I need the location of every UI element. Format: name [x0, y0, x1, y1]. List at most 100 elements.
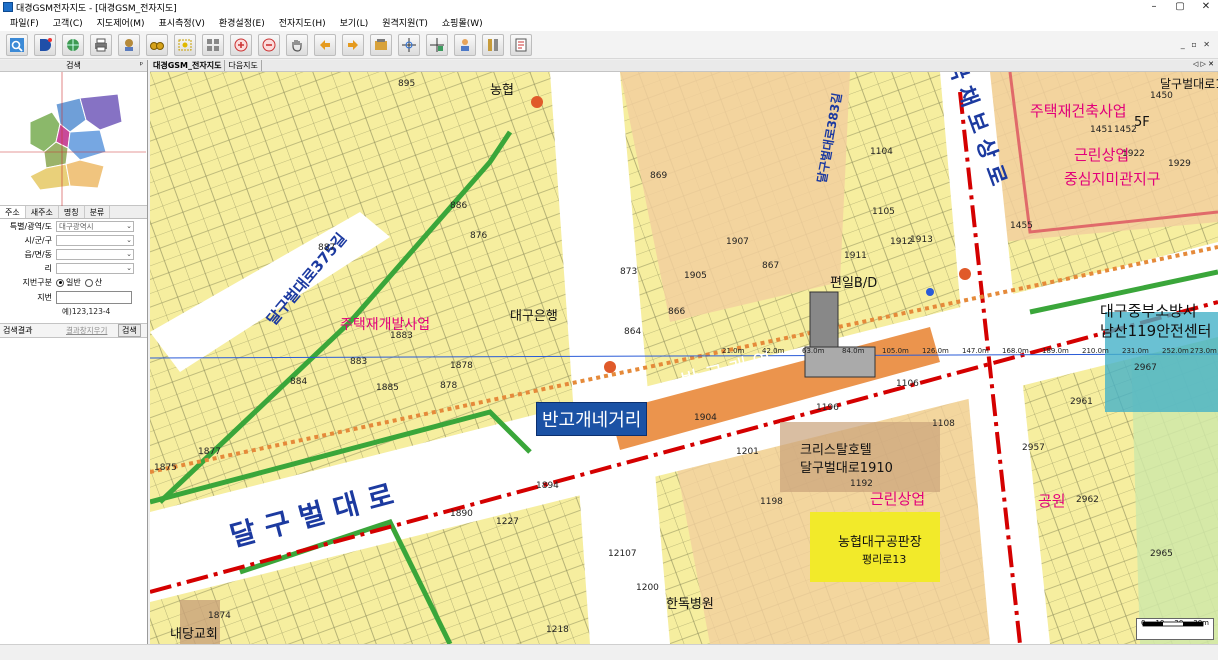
- globe-button[interactable]: [62, 33, 84, 56]
- minimize-button[interactable]: –: [1142, 0, 1166, 14]
- column-button[interactable]: [482, 33, 504, 56]
- back-button[interactable]: [314, 33, 336, 56]
- d-logo-button[interactable]: [34, 33, 56, 56]
- traffic-light-icon: [604, 361, 616, 373]
- radio-general[interactable]: [56, 278, 64, 287]
- measure-label: 63.0m: [802, 347, 825, 355]
- chevron-down-icon: ⌄: [126, 236, 132, 244]
- measure-label: 147.0m: [962, 347, 989, 355]
- province-select[interactable]: 대구광역시 ⌄: [56, 221, 134, 232]
- province-label: 특별/광역/도: [9, 222, 52, 231]
- menu-bar: 파일(F) 고객(C) 지도제어(M) 표시측정(V) 환경설정(E) 전자지도…: [0, 14, 1218, 31]
- measure-label: 42.0m: [762, 347, 785, 355]
- hand-button[interactable]: [286, 33, 308, 56]
- parcel-number: 1875: [154, 463, 177, 473]
- parcel-number: 2967: [1134, 363, 1157, 373]
- title-bar: 대경GSM전자지도 - [대경GSM_전자지도]: [0, 0, 1218, 14]
- menu-remote-support[interactable]: 원격지원(T): [376, 16, 436, 29]
- parcel-number: 1883: [390, 331, 413, 341]
- map-search-button[interactable]: [6, 33, 28, 56]
- tab-name[interactable]: 명칭: [59, 206, 85, 218]
- tab-daum-map[interactable]: 다음지도: [225, 60, 262, 71]
- crosshair-button[interactable]: [398, 33, 420, 56]
- tab-category[interactable]: 분류: [85, 206, 111, 218]
- chevron-down-icon: ⌄: [126, 222, 132, 230]
- forward-button[interactable]: [342, 33, 364, 56]
- parcel-number: 1890: [450, 509, 473, 519]
- parcel-number: 895: [398, 79, 416, 89]
- pin-icon[interactable]: ᵖ: [140, 60, 143, 69]
- toolbar: [0, 31, 1218, 59]
- form-row-jibun: 지번: [0, 290, 147, 305]
- zone-commercial: 근린상업: [1074, 146, 1130, 164]
- save-map-button[interactable]: [370, 33, 392, 56]
- town-select[interactable]: ⌄: [56, 249, 134, 260]
- menu-display-measure[interactable]: 표시측정(V): [153, 16, 213, 29]
- app-icon: [3, 2, 13, 12]
- zoom-out-icon: [262, 38, 276, 51]
- parcel-number: 1913: [910, 235, 933, 245]
- search-button[interactable]: 검색: [118, 324, 141, 337]
- zoom-region-button[interactable]: [174, 33, 196, 56]
- menu-settings[interactable]: 환경설정(E): [213, 16, 273, 29]
- place-market: 농협대구공판장: [838, 535, 922, 550]
- tab-new-address[interactable]: 새주소: [26, 206, 59, 218]
- traffic-light-icon: [531, 96, 543, 108]
- ri-select[interactable]: ⌄: [56, 263, 134, 274]
- measure-icon: [430, 37, 444, 52]
- place-hotel: 크리스탈호텔: [800, 443, 872, 458]
- globe-icon: [67, 38, 79, 51]
- binoculars-icon: [150, 41, 164, 50]
- place-fire-station: 대구중부소방서: [1100, 302, 1197, 320]
- search-panel: 검색 ᵖ 주소 새주소 명칭 분류 특별/광역/도 대구광역시 ⌄ 시/군/구 ⌄…: [0, 60, 148, 644]
- parcel-number: 1106: [896, 379, 919, 389]
- town-label: 읍/면/동: [24, 250, 52, 259]
- tab-address[interactable]: 주소: [0, 206, 26, 218]
- measure-label: 273.0m: [1190, 347, 1217, 355]
- radio-general-label: 일반: [66, 278, 81, 287]
- clear-results-link[interactable]: 결과창지우기: [66, 325, 118, 336]
- grid-button[interactable]: [202, 33, 224, 56]
- menu-customer[interactable]: 고객(C): [47, 16, 91, 29]
- menu-map-control[interactable]: 지도제어(M): [91, 16, 153, 29]
- menu-file[interactable]: 파일(F): [4, 16, 47, 29]
- print-icon: [95, 38, 107, 51]
- radio-mountain-label: 산: [94, 278, 103, 287]
- mdi-controls[interactable]: _ ▫ ✕: [1181, 40, 1212, 49]
- zoom-out-button[interactable]: [258, 33, 280, 56]
- city-select[interactable]: ⌄: [56, 235, 134, 246]
- document-tabs: 대경GSM_전자지도 다음지도 ◁ ▷ ✕: [150, 60, 1218, 72]
- menu-e-map[interactable]: 전자지도(H): [273, 16, 334, 29]
- menu-shop[interactable]: 쇼핑몰(W): [436, 16, 491, 29]
- parcel-number: 1904: [694, 413, 717, 423]
- jibun-input[interactable]: [56, 291, 132, 304]
- form-row-town: 읍/면/동 ⌄: [0, 248, 147, 261]
- close-button[interactable]: ✕: [1194, 0, 1218, 14]
- jibun-example: 예)123,123-4: [62, 307, 111, 316]
- map-canvas[interactable]: 달 구 벌 대 로 달구벌대로375길 달구벌대로383길 국 채 보 상 로 …: [150, 72, 1218, 644]
- zoom-in-button[interactable]: [230, 33, 252, 56]
- measure-label: 210.0m: [1082, 347, 1109, 355]
- parcel-number: 1451: [1090, 125, 1113, 135]
- maximize-button[interactable]: ▢: [1168, 0, 1192, 14]
- doc-tab-nav[interactable]: ◁ ▷ ✕: [1193, 60, 1214, 68]
- result-label: 검색결과: [3, 326, 33, 335]
- measure-button[interactable]: [426, 33, 448, 56]
- person-pin-button[interactable]: [454, 33, 476, 56]
- binoculars-button[interactable]: [146, 33, 168, 56]
- parcel-number: 866: [668, 307, 686, 317]
- tab-daegyeong-map[interactable]: 대경GSM_전자지도: [150, 60, 226, 71]
- parcel-number: 1894: [536, 481, 559, 491]
- menu-view[interactable]: 보기(L): [334, 16, 377, 29]
- parcel-number: 1455: [1010, 221, 1033, 231]
- layer-button[interactable]: [118, 33, 140, 56]
- city-label: 시/군/구: [24, 236, 52, 245]
- minimap[interactable]: [0, 72, 147, 206]
- parcel-number: 1905: [684, 271, 707, 281]
- print-button[interactable]: [90, 33, 112, 56]
- parcel-number: 878: [440, 381, 458, 391]
- zone-commercial-2: 근린상업: [870, 490, 926, 508]
- parcel-number: 1201: [736, 447, 759, 457]
- report-button[interactable]: [510, 33, 532, 56]
- radio-mountain[interactable]: [84, 278, 93, 287]
